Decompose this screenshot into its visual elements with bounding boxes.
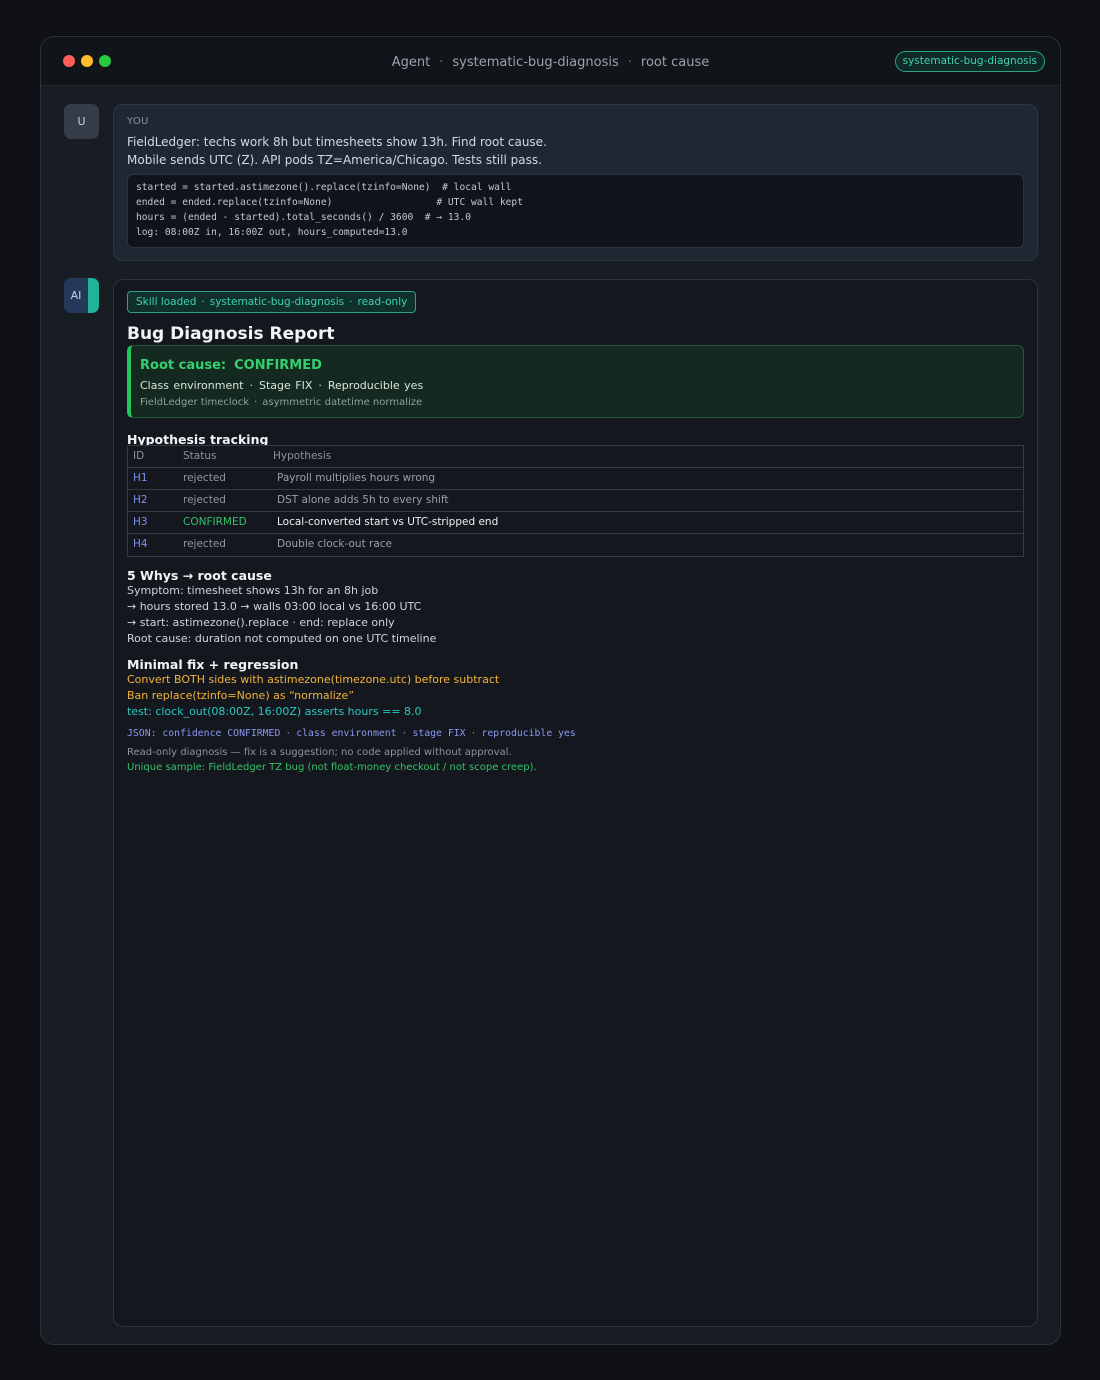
hypothesis-status: rejected	[183, 472, 226, 484]
hypothesis-status: rejected	[183, 538, 226, 550]
json-part: JSON: confidence CONFIRMED	[127, 728, 281, 739]
table-header-row: ID Status Hypothesis	[128, 446, 1023, 468]
meta-item: Class environment	[140, 379, 244, 392]
minimal-fix-heading: Minimal fix + regression	[127, 657, 299, 672]
badge-part: systematic-bug-diagnosis	[209, 296, 345, 308]
table-row: H2 rejected DST alone adds 5h to every s…	[128, 490, 1023, 512]
title-part: Agent	[391, 55, 431, 70]
badge-part: read-only	[357, 296, 408, 308]
table-row: H1 rejected Payroll multiplies hours wro…	[128, 468, 1023, 490]
ai-message: Skill loaded · systematic-bug-diagnosis · re…	[113, 279, 1038, 1327]
skill-pill[interactable]: systematic-bug-diagnosis	[894, 51, 1045, 72]
badge-separator: ·	[349, 296, 353, 308]
json-part: reproducible yes	[481, 728, 576, 739]
hypothesis-text: DST alone adds 5h to every shift	[277, 494, 449, 506]
code-line: log: 08:00Z in, 16:00Z out, hours_comput…	[136, 227, 408, 238]
code-line: hours = (ended - started).total_seconds(…	[136, 212, 472, 223]
column-header-status: Status	[183, 450, 217, 462]
meta-item: Reproducible yes	[327, 379, 424, 392]
app-window: Agent · systematic-bug-diagnosis · root caus…	[40, 36, 1061, 1345]
why-line: Symptom: timesheet shows 13h for an 8h j…	[127, 584, 379, 597]
hypothesis-text: Payroll multiplies hours wrong	[277, 472, 436, 484]
user-avatar: U	[64, 104, 99, 139]
hypothesis-id: H2	[133, 494, 148, 506]
report-title: Bug Diagnosis Report	[127, 324, 335, 344]
json-summary: JSON: confidence CONFIRMED · class environ…	[127, 728, 576, 739]
badge-part: Skill loaded	[136, 296, 197, 308]
table-row-confirmed: H3 CONFIRMED Local-converted start vs UT…	[128, 512, 1023, 534]
title-part: root cause	[640, 55, 710, 70]
column-header-id: ID	[133, 450, 145, 462]
table-row: H4 rejected Double clock-out race	[128, 534, 1023, 556]
hypothesis-table: ID Status Hypothesis H1 rejected Payroll…	[127, 445, 1024, 557]
badge-separator: ·	[201, 296, 205, 308]
hypothesis-status: rejected	[183, 494, 226, 506]
code-line: started = started.astimezone().replace(t…	[136, 182, 512, 193]
root-cause-heading: Root cause: CONFIRMED	[140, 358, 322, 373]
json-separator: ·	[401, 728, 408, 739]
root-cause-card: Root cause: CONFIRMED Class environment · S…	[127, 345, 1024, 418]
ai-avatar-label: AI	[70, 289, 82, 302]
why-line: Root cause: duration not computed on one…	[127, 632, 437, 645]
hypothesis-text: Local-converted start vs UTC-stripped en…	[277, 516, 499, 528]
fix-line: Convert BOTH sides with astimezone(timez…	[127, 673, 500, 686]
meta-separator: ·	[318, 379, 322, 392]
skill-loaded-badge: Skill loaded · systematic-bug-diagnosis · re…	[127, 291, 417, 313]
meta-separator: ·	[249, 379, 254, 392]
read-only-note: Read-only diagnosis — fix is a suggestio…	[127, 747, 512, 758]
json-part: stage FIX	[412, 728, 466, 739]
why-line: → start: astimezone().replace · end: rep…	[127, 616, 395, 629]
hypothesis-text: Double clock-out race	[277, 538, 393, 550]
regression-test-line: test: clock_out(08:00Z, 16:00Z) asserts …	[127, 705, 422, 718]
root-cause-meta: Class environment · Stage FIX · Reproducible…	[140, 379, 423, 392]
five-whys-heading: 5 Whys → root cause	[127, 568, 272, 583]
hypothesis-id: H4	[133, 538, 148, 550]
title-part: systematic-bug-diagnosis	[452, 55, 619, 70]
user-message-line: Mobile sends UTC (Z). API pods TZ=Americ…	[127, 153, 542, 167]
title-separator: ·	[627, 55, 632, 70]
subtitle-separator: ·	[254, 397, 258, 408]
ai-avatar: AI	[64, 278, 99, 313]
root-cause-subtitle: FieldLedger timeclock · asymmetric datetim…	[140, 397, 422, 408]
root-cause-value: CONFIRMED	[234, 358, 322, 373]
title-separator: ·	[439, 55, 444, 70]
sender-label: YOU	[127, 116, 149, 127]
root-cause-label: Root cause:	[140, 358, 227, 373]
code-block: started = started.astimezone().replace(t…	[127, 174, 1024, 248]
meta-item: Stage FIX	[259, 379, 313, 392]
user-message-line: FieldLedger: techs work 8h but timesheet…	[127, 135, 547, 149]
fix-line: Ban replace(tzinfo=None) as “normalize”	[127, 689, 355, 702]
column-header-hypothesis: Hypothesis	[273, 450, 332, 462]
hypothesis-heading: Hypothesis tracking	[127, 432, 269, 445]
json-separator: ·	[285, 728, 292, 739]
subtitle-item: FieldLedger timeclock	[140, 397, 250, 408]
hypothesis-id: H1	[133, 472, 148, 484]
subtitle-item: asymmetric datetime normalize	[262, 397, 423, 408]
hypothesis-status: CONFIRMED	[183, 516, 247, 528]
code-line: ended = ended.replace(tzinfo=None) # UTC…	[136, 197, 523, 208]
unique-sample-note: Unique sample: FieldLedger TZ bug (not f…	[127, 762, 537, 773]
title-bar: Agent · systematic-bug-diagnosis · root caus…	[41, 37, 1060, 86]
json-part: class environment	[296, 728, 397, 739]
json-separator: ·	[470, 728, 477, 739]
user-message: YOU FieldLedger: techs work 8h but times…	[113, 104, 1038, 261]
hypothesis-id: H3	[133, 516, 148, 528]
why-line: → hours stored 13.0 → walls 03:00 local …	[127, 600, 422, 613]
